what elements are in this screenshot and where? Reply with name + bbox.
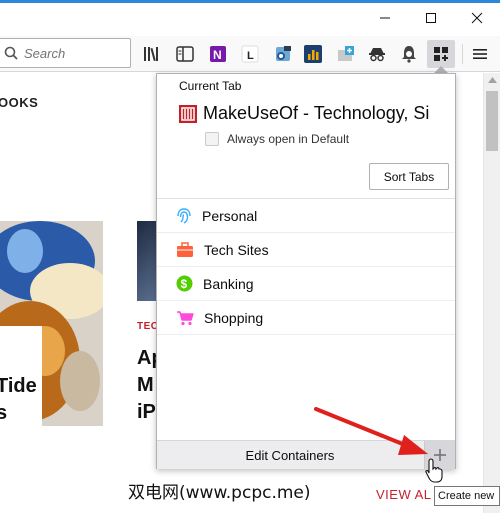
annotation-arrow xyxy=(314,407,428,455)
lastpass-icon[interactable]: L xyxy=(238,42,262,66)
maximize-button[interactable] xyxy=(408,3,454,33)
library-icon[interactable] xyxy=(140,42,164,66)
browser-window: N L OOKS xyxy=(0,0,500,513)
create-new-tooltip: Create new xyxy=(434,486,500,506)
always-open-checkbox[interactable] xyxy=(205,132,219,146)
sidebar-icon[interactable] xyxy=(173,42,197,66)
new-tab-extension-icon[interactable] xyxy=(334,42,358,66)
analytics-icon[interactable] xyxy=(301,42,325,66)
briefcase-icon xyxy=(177,241,193,257)
container-label: Tech Sites xyxy=(204,241,269,258)
close-icon xyxy=(471,12,483,24)
always-open-option[interactable]: Always open in Default xyxy=(205,132,349,146)
nav-heading[interactable]: OOKS xyxy=(0,95,38,110)
container-list: Personal Tech Sites $ Banking Shopping xyxy=(157,199,455,335)
close-button[interactable] xyxy=(454,3,500,33)
search-input[interactable] xyxy=(24,45,124,61)
minimize-icon xyxy=(380,17,390,19)
scrollbar-thumb[interactable] xyxy=(486,91,498,151)
current-tab-row: MakeUseOf - Technology, Si xyxy=(179,103,453,124)
svg-text:N: N xyxy=(213,48,222,62)
dollar-icon: $ xyxy=(176,275,193,292)
notification-bell-icon[interactable] xyxy=(397,42,421,66)
headline-left-line-1: Tide xyxy=(0,375,37,397)
view-all-link[interactable]: VIEW AL xyxy=(376,487,432,502)
watermark-text: 双电网(www.pcpc.me) xyxy=(128,483,311,503)
search-icon xyxy=(4,46,18,60)
page-scrollbar[interactable] xyxy=(483,73,500,513)
container-item-tech-sites[interactable]: Tech Sites xyxy=(157,233,455,267)
container-item-shopping[interactable]: Shopping xyxy=(157,301,455,335)
toolbar-separator xyxy=(462,44,463,64)
site-favicon-icon xyxy=(179,104,197,123)
article-image-right[interactable] xyxy=(137,221,157,301)
fingerprint-icon xyxy=(177,207,191,224)
container-label: Banking xyxy=(203,275,254,292)
hand-cursor-icon xyxy=(425,458,443,483)
search-box[interactable] xyxy=(0,38,131,68)
sort-tabs-button[interactable]: Sort Tabs xyxy=(369,163,449,190)
container-item-banking[interactable]: $ Banking xyxy=(157,267,455,301)
maximize-icon xyxy=(426,13,436,23)
browser-toolbar: N L xyxy=(0,36,500,72)
screenshot-extension-icon[interactable] xyxy=(271,42,295,66)
title-bar xyxy=(0,0,500,36)
containers-icon xyxy=(434,47,448,61)
article-headline-left[interactable]: Tide s xyxy=(0,373,37,427)
hamburger-menu-icon[interactable] xyxy=(468,42,492,66)
container-item-personal[interactable]: Personal xyxy=(157,199,455,233)
current-tab-heading: Current Tab xyxy=(179,79,242,93)
incognito-icon[interactable] xyxy=(365,42,389,66)
minimize-button[interactable] xyxy=(362,3,408,33)
headline-left-line-2: s xyxy=(0,402,8,424)
always-open-label: Always open in Default xyxy=(227,132,350,146)
onenote-icon[interactable]: N xyxy=(206,42,230,66)
svg-text:$: $ xyxy=(181,277,188,291)
svg-text:L: L xyxy=(247,50,254,62)
container-label: Shopping xyxy=(204,309,264,326)
current-tab-title: MakeUseOf - Technology, Si xyxy=(203,103,430,123)
cart-icon xyxy=(177,310,194,325)
container-label: Personal xyxy=(202,207,258,224)
containers-button[interactable] xyxy=(427,40,455,68)
scroll-up-icon[interactable] xyxy=(488,77,497,83)
